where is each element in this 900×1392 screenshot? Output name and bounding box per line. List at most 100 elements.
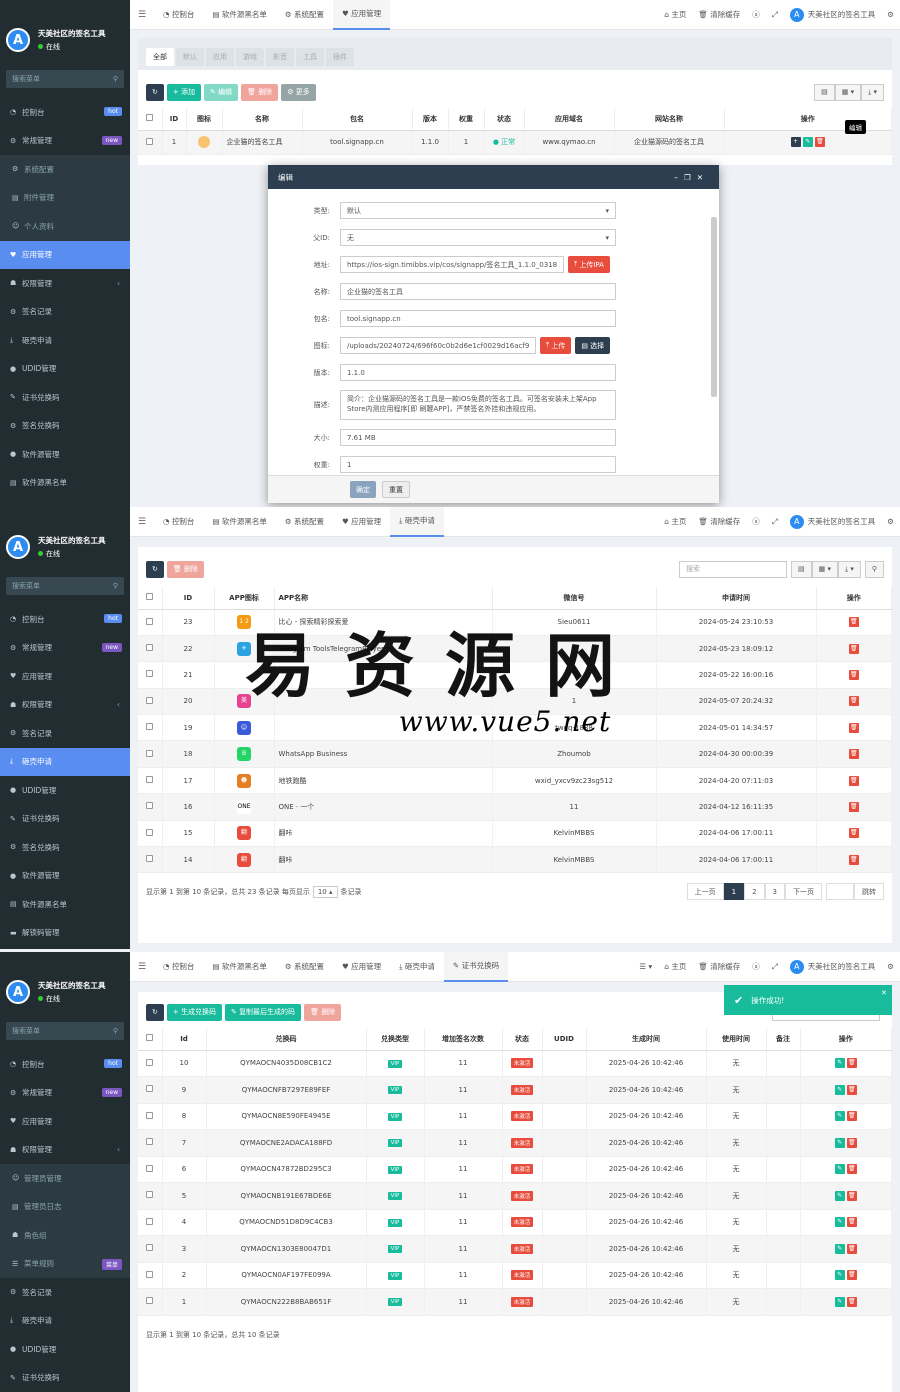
row-edit-button[interactable]: ✎ — [834, 1217, 845, 1228]
nav-tab-0[interactable]: ◔ 控制台 — [154, 952, 203, 982]
page-button-1[interactable]: 1 — [723, 883, 745, 901]
select-all-checkbox[interactable] — [146, 593, 154, 601]
form-field-1[interactable]: 无 ▾ — [340, 229, 616, 246]
table-row[interactable]: 14 翻翻咔 KelvinMBBS 2024-04-06 17:00:11 🗑 — [138, 846, 892, 874]
filter-tab-5[interactable]: 工具 — [296, 48, 324, 66]
sidebar-item-2[interactable]: ♥ 应用管理 — [0, 1107, 130, 1136]
sidebar-item-3[interactable]: ▤ 附件管理 — [0, 183, 130, 212]
row-checkbox[interactable] — [146, 828, 154, 836]
row-checkbox[interactable] — [146, 749, 154, 757]
fullscreen-icon[interactable]: ⤢ — [766, 0, 784, 30]
maximize-icon[interactable]: ❐ — [684, 173, 697, 182]
table-row[interactable]: 15 翻翻咔 KelvinMBBS 2024-04-06 17:00:11 🗑 — [138, 820, 892, 848]
sidebar-item-2[interactable]: ⚙ 系统配置 — [0, 155, 130, 184]
choose-button[interactable]: ▤ 选择 — [575, 337, 611, 354]
row-delete-button[interactable]: 🗑 — [846, 1217, 857, 1228]
form-field-8[interactable]: 7.61 MB — [340, 429, 616, 446]
row-checkbox[interactable] — [146, 1111, 154, 1119]
row-delete-button[interactable]: 🗑 — [846, 1058, 857, 1069]
row-edit-button[interactable]: ✎ — [834, 1190, 845, 1201]
row-delete-button[interactable]: 🗑 — [846, 1243, 857, 1254]
page-button-2[interactable]: 2 — [744, 883, 765, 901]
edit-button[interactable]: ✎ 编辑 — [203, 83, 239, 101]
row-delete-button[interactable]: 🗑 — [848, 617, 859, 628]
form-field-5[interactable]: /uploads/20240724/696f60c0b2d6e1cf0029d1… — [340, 337, 536, 354]
select-all-checkbox[interactable] — [146, 1034, 154, 1042]
table-row[interactable]: 9 QYMAOCNFB7297E89FEF VIP 11 未激活 2025-04-26 1… — [138, 1076, 892, 1104]
table-row[interactable]: 1 企业猫的签名工具 tool.signapp.cn 1.1.0 1 ● 正常 … — [138, 130, 892, 155]
settings-icon[interactable]: ⚙ — [881, 507, 900, 537]
settings-icon[interactable]: ⚙ — [881, 0, 900, 30]
sidebar-item-0[interactable]: ◔ 控制台 hot — [0, 1050, 130, 1079]
table-search-input[interactable]: 搜索 — [679, 560, 788, 578]
row-delete-button[interactable]: 🗑 — [848, 775, 859, 786]
menu-toggle-icon[interactable]: ☰ — [130, 10, 154, 20]
table-row[interactable]: 7 QYMAOCNE2ADACA188FD VIP 11 未激活 2025-04-26 1… — [138, 1129, 892, 1157]
row-edit-button[interactable]: ✎ — [834, 1296, 845, 1307]
row-delete-button[interactable]: 🗑 — [848, 643, 859, 654]
sidebar-item-10[interactable]: ✎ 证书兑换码 — [0, 383, 130, 412]
row-edit-button[interactable]: ✎ — [834, 1084, 845, 1095]
form-field-6[interactable]: 1.1.0 — [340, 364, 616, 381]
add-child-button[interactable]: + — [790, 137, 801, 147]
translate-icon[interactable]: ⓐ — [746, 952, 766, 982]
filter-tab-0[interactable]: 全部 — [146, 48, 174, 66]
nav-tab-3[interactable]: ♥ 应用管理 — [333, 0, 391, 30]
row-checkbox[interactable] — [146, 1244, 154, 1252]
form-field-3[interactable]: 企业猫的签名工具 — [340, 283, 616, 300]
menu-search[interactable]: 搜索菜单 ⚲ — [6, 577, 124, 595]
sidebar-item-11[interactable]: ⚙ 签名兑换码 — [0, 412, 130, 441]
row-delete-button[interactable]: 🗑 — [846, 1137, 857, 1148]
nav-tab-1[interactable]: ▤ 软件源黑名单 — [203, 952, 275, 982]
sidebar-item-8[interactable]: ⤓ 砸壳申请 — [0, 326, 130, 355]
form-field-9[interactable]: 1 — [340, 456, 616, 473]
nav-tab-2[interactable]: ⚙ 系统配置 — [276, 0, 333, 30]
nav-tab-4[interactable]: ⤓ 砸壳申请 — [390, 952, 444, 982]
row-delete-button[interactable]: 🗑 — [846, 1270, 857, 1281]
sidebar-item-3[interactable]: ☗ 权限管理 ‹ — [0, 1136, 130, 1165]
columns-button[interactable]: ▦ ▾ — [834, 83, 862, 101]
row-edit-button[interactable]: ✎ — [834, 1270, 845, 1281]
sidebar-item-4[interactable]: ⚙ 签名记录 — [0, 719, 130, 748]
sidebar-item-8[interactable]: ⚙ 签名记录 — [0, 1278, 130, 1307]
row-delete-button[interactable]: 🗑 — [846, 1190, 857, 1201]
nav-tab-3[interactable]: ♥ 应用管理 — [333, 952, 390, 982]
modal-scrollbar[interactable] — [711, 217, 717, 397]
sidebar-item-7[interactable]: ⚙ 签名记录 — [0, 298, 130, 327]
sidebar-item-9[interactable]: ● 软件源管理 — [0, 862, 130, 891]
add-button[interactable]: + 添加 — [166, 83, 201, 101]
nav-tab-5[interactable]: ✎ 证书兑换码 — [443, 952, 509, 982]
sidebar-item-2[interactable]: ♥ 应用管理 — [0, 662, 130, 691]
export-button[interactable]: ⤓ ▾ — [838, 560, 861, 578]
sidebar-item-11[interactable]: ▬ 解锁码管理 — [0, 919, 130, 948]
home-link[interactable]: ⌂ 主页 — [658, 0, 692, 30]
row-delete-button[interactable]: 🗑 — [846, 1111, 857, 1122]
row-delete-button[interactable]: 🗑 — [848, 722, 859, 733]
nav-tab-0[interactable]: ◔ 控制台 — [154, 0, 203, 30]
home-link[interactable]: ⌂ 主页 — [658, 507, 692, 537]
row-checkbox[interactable] — [146, 802, 154, 810]
row-checkbox[interactable] — [146, 1085, 154, 1093]
sidebar-item-7[interactable]: ✎ 证书兑换码 — [0, 805, 130, 834]
export-button[interactable]: ⤓ ▾ — [861, 83, 884, 101]
translate-icon[interactable]: ⓐ — [746, 507, 766, 537]
sidebar-item-5[interactable]: ♥ 应用管理 — [0, 240, 130, 269]
fullscreen-icon[interactable]: ⤢ — [766, 952, 784, 982]
table-row[interactable]: 5 QYMAOCNB191E67BDE6E VIP 11 未激活 2025-04-26 1… — [138, 1182, 892, 1210]
sidebar-item-7[interactable]: ☰ 菜单规则 菜单 — [0, 1249, 130, 1278]
row-checkbox[interactable] — [146, 1138, 154, 1146]
columns-button[interactable]: ▦ ▾ — [811, 560, 839, 578]
sidebar-item-6[interactable]: ☗ 角色组 — [0, 1221, 130, 1250]
row-checkbox[interactable] — [146, 1058, 154, 1066]
sidebar-item-4[interactable]: ☺ 个人资料 — [0, 212, 130, 241]
sidebar-item-4[interactable]: ☺ 管理员管理 — [0, 1164, 130, 1193]
more-button[interactable]: ⚙ 更多 — [281, 83, 316, 101]
fullscreen-icon[interactable]: ⤢ — [766, 507, 784, 537]
form-field-7[interactable]: 简介：企业猫源码的签名工具是一款iOS免费的签名工具。可签名安装未上架App S… — [340, 390, 616, 420]
row-delete-button[interactable]: 🗑 — [848, 669, 859, 680]
delete-button[interactable]: 🗑 删除 — [166, 560, 204, 578]
sidebar-item-6[interactable]: ☗ 权限管理 ‹ — [0, 269, 130, 298]
menu-toggle-icon[interactable]: ☰ — [130, 962, 154, 972]
table-row[interactable]: 6 QYMAOCN47872BD295C3 VIP 11 未激活 2025-04-26 1… — [138, 1156, 892, 1183]
reset-button[interactable]: 重置 — [382, 481, 410, 498]
